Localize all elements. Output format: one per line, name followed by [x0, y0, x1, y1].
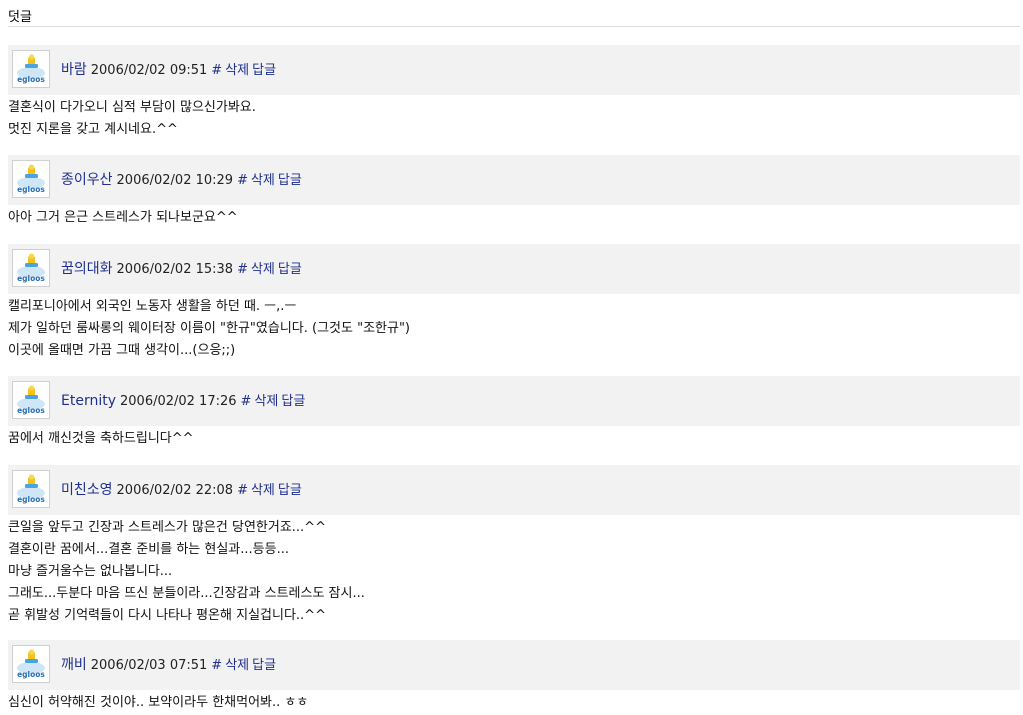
comment-text-line: 멋진 지론을 갖고 계시네요.^^ [8, 122, 178, 137]
avatar-label: egloos [17, 406, 45, 415]
comment-item: egloos Eternity 2006/02/02 17:26 # 삭제 답글꿈에서 깨… [8, 376, 1020, 450]
egloos-avatar-icon[interactable]: egloos [12, 249, 50, 287]
comment-date: 2006/02/02 17:26 [120, 394, 237, 409]
comment-body: 결혼식이 다가오니 심적 부담이 많으신가봐요. 멋진 지론을 갖고 계시네요.^… [8, 95, 1020, 141]
reply-comment-link[interactable]: 답글 [278, 173, 302, 188]
comment-text-line: 제가 일하던 룸싸롱의 웨이터장 이름이 "한규"였습니다. (그것도 "조한규… [8, 321, 411, 336]
comment-author-link[interactable]: 종이우산 [61, 172, 113, 188]
comment-text-line: 캘리포니아에서 외국인 노동자 생활을 하던 때. ㅡ,.ㅡ [8, 299, 297, 314]
avatar-label: egloos [17, 75, 45, 84]
avatar-figure-icon: egloos [13, 646, 49, 682]
comment-header: egloos 꿈의대화 2006/02/02 15:38 # 삭제 답글 [8, 244, 1020, 294]
comment-meta: 종이우산 2006/02/02 10:29 # 삭제 답글 [61, 171, 302, 190]
egloos-avatar-icon[interactable]: egloos [12, 381, 50, 419]
comment-date: 2006/02/02 09:51 [90, 63, 208, 78]
avatar-figure-icon: egloos [13, 250, 49, 286]
comment-header: egloos 미친소영 2006/02/02 22:08 # 삭제 답글 [8, 465, 1020, 515]
delete-comment-link[interactable]: 삭제 [251, 262, 275, 277]
comment-text-line: 심신이 허약해진 것이야.. 보약이라두 한채먹어봐.. ㅎㅎ [8, 695, 309, 710]
avatar-label: egloos [17, 274, 45, 283]
delete-comment-link[interactable]: 삭제 [225, 63, 249, 78]
egloos-avatar-icon[interactable]: egloos [12, 645, 50, 683]
comment-item: egloos 바람 2006/02/02 09:51 # 삭제 답글결혼식이 다가오니 심… [8, 45, 1020, 141]
comment-meta: 바람 2006/02/02 09:51 # 삭제 답글 [61, 61, 276, 80]
comment-header: egloos 깨비 2006/02/03 07:51 # 삭제 답글 [8, 640, 1020, 690]
reply-comment-link[interactable]: 답글 [278, 483, 302, 498]
comment-meta: 깨비 2006/02/03 07:51 # 삭제 답글 [61, 656, 276, 675]
comment-text-line: 그래도...두분다 마음 뜨신 분들이라...긴장감과 스트레스도 잠시... [8, 586, 365, 601]
comment-text-line: 곧 휘발성 기억력들이 다시 나타나 평온해 지실겁니다..^^ [8, 608, 326, 623]
comment-author-link[interactable]: 꿈의대화 [61, 261, 113, 277]
avatar-figure-icon: egloos [13, 51, 49, 87]
avatar-figure-icon: egloos [13, 161, 49, 197]
comment-item: egloos 미친소영 2006/02/02 22:08 # 삭제 답글큰일을 앞두고 긴… [8, 465, 1020, 627]
comments-section-title: 덧글 [8, 10, 32, 25]
comment-header: egloos Eternity 2006/02/02 17:26 # 삭제 답글 [8, 376, 1020, 426]
comment-text-line: 마냥 즐거울수는 없나봅니다... [8, 564, 173, 579]
comment-text-line: 아아 그거 은근 스트레스가 되나보군요^^ [8, 210, 238, 225]
comment-body: 큰일을 앞두고 긴장과 스트레스가 많은건 당연한거죠...^^ 결혼이란 꿈에서… [8, 515, 1020, 627]
reply-comment-link[interactable]: 답글 [281, 394, 305, 409]
comment-text-line: 이곳에 올때면 가끔 그때 생각이...(으응;;) [8, 343, 236, 358]
avatar-figure-icon: egloos [13, 382, 49, 418]
comment-meta: 미친소영 2006/02/02 22:08 # 삭제 답글 [61, 481, 302, 500]
reply-comment-link[interactable]: 답글 [252, 63, 276, 78]
comment-body: 캘리포니아에서 외국인 노동자 생활을 하던 때. ㅡ,.ㅡ 제가 일하던 룸싸롱… [8, 294, 1020, 362]
comment-permalink[interactable]: # [237, 173, 248, 188]
egloos-avatar-icon[interactable]: egloos [12, 160, 50, 198]
comment-text-line: 꿈에서 깨신것을 축하드립니다^^ [8, 431, 194, 446]
comment-permalink[interactable]: # [237, 483, 248, 498]
comment-author-link[interactable]: 미친소영 [61, 482, 113, 498]
comment-body: 심신이 허약해진 것이야.. 보약이라두 한채먹어봐.. ㅎㅎ [8, 690, 1020, 714]
comment-date: 2006/02/03 07:51 [90, 658, 208, 673]
egloos-avatar-icon[interactable]: egloos [12, 470, 50, 508]
comment-author-link[interactable]: 깨비 [61, 657, 87, 673]
comments-page: 덧글 egloos 바람 2006/02/02 09:51 # 삭제 답글 결혼식이 다가오… [0, 0, 1023, 715]
comment-text-line: 결혼식이 다가오니 심적 부담이 많으신가봐요. [8, 100, 256, 115]
comment-date: 2006/02/02 10:29 [116, 173, 234, 188]
comment-meta: Eternity 2006/02/02 17:26 # 삭제 답글 [61, 392, 305, 411]
section-divider [8, 26, 1020, 27]
comment-permalink[interactable]: # [211, 658, 222, 673]
avatar-figure-icon: egloos [13, 471, 49, 507]
comment-permalink[interactable]: # [211, 63, 222, 78]
comment-body: 아아 그거 은근 스트레스가 되나보군요^^ [8, 205, 1020, 229]
comment-author-link[interactable]: Eternity [61, 393, 116, 409]
comment-body: 꿈에서 깨신것을 축하드립니다^^ [8, 426, 1020, 450]
reply-comment-link[interactable]: 답글 [278, 262, 302, 277]
comment-item: egloos 종이우산 2006/02/02 10:29 # 삭제 답글아아 그거 은근 … [8, 155, 1020, 229]
reply-comment-link[interactable]: 답글 [252, 658, 276, 673]
comment-permalink[interactable]: # [237, 262, 248, 277]
egloos-avatar-icon[interactable]: egloos [12, 50, 50, 88]
comment-header: egloos 바람 2006/02/02 09:51 # 삭제 답글 [8, 45, 1020, 95]
comment-text-line: 결혼이란 꿈에서...결혼 준비를 하는 현실과...등등... [8, 542, 289, 557]
avatar-label: egloos [17, 670, 45, 679]
comment-meta: 꿈의대화 2006/02/02 15:38 # 삭제 답글 [61, 260, 302, 279]
delete-comment-link[interactable]: 삭제 [254, 394, 278, 409]
comment-header: egloos 종이우산 2006/02/02 10:29 # 삭제 답글 [8, 155, 1020, 205]
comment-author-link[interactable]: 바람 [61, 62, 87, 78]
comment-text-line: 큰일을 앞두고 긴장과 스트레스가 많은건 당연한거죠...^^ [8, 520, 326, 535]
comment-item: egloos 꿈의대화 2006/02/02 15:38 # 삭제 답글캘리포니아에서 외… [8, 244, 1020, 362]
comment-permalink[interactable]: # [241, 394, 252, 409]
comment-item: egloos 깨비 2006/02/03 07:51 # 삭제 답글심신이 허약해진 것이… [8, 640, 1020, 714]
delete-comment-link[interactable]: 삭제 [251, 483, 275, 498]
comment-date: 2006/02/02 15:38 [116, 262, 234, 277]
avatar-label: egloos [17, 185, 45, 194]
delete-comment-link[interactable]: 삭제 [225, 658, 249, 673]
delete-comment-link[interactable]: 삭제 [251, 173, 275, 188]
avatar-label: egloos [17, 495, 45, 504]
comment-date: 2006/02/02 22:08 [116, 483, 234, 498]
